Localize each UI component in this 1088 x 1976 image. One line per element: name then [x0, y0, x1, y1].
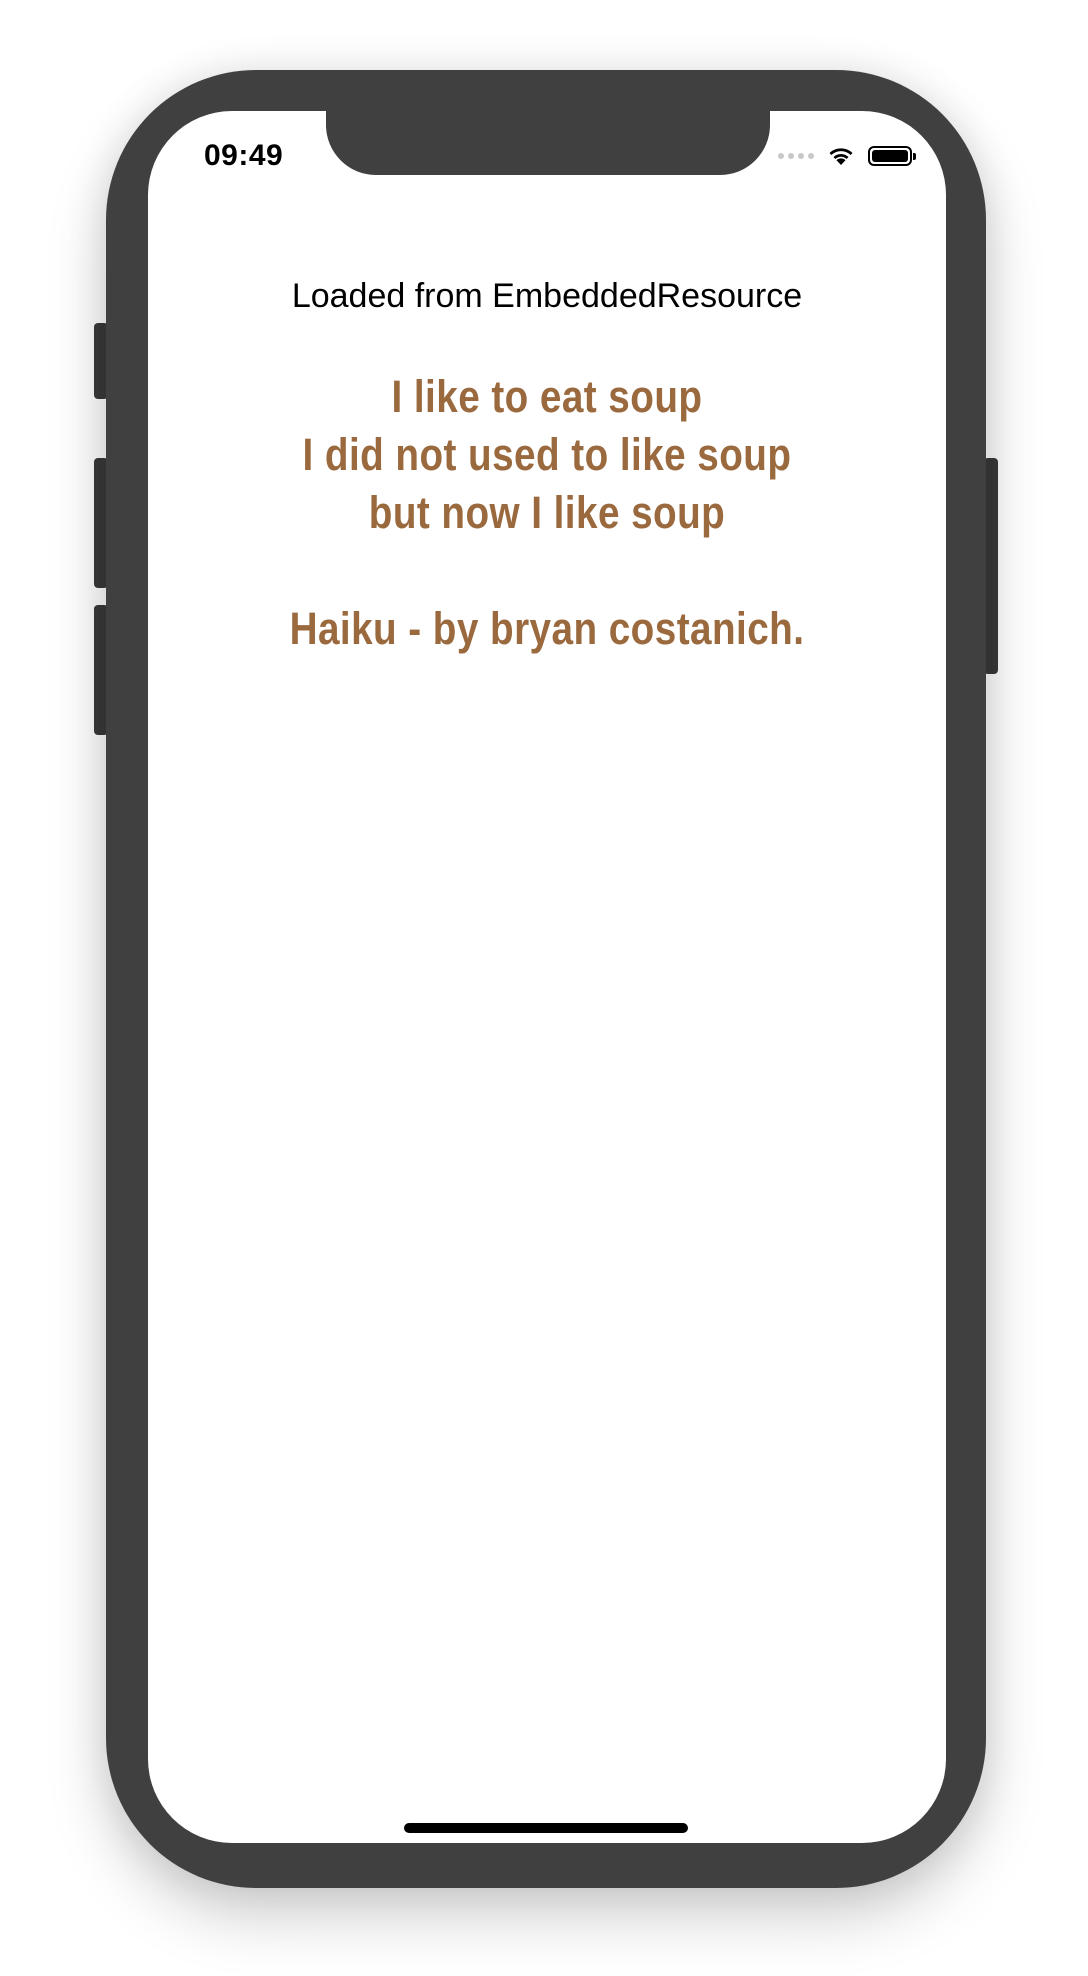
- wifi-icon: [829, 148, 853, 165]
- power-button: [984, 458, 998, 674]
- status-time: 09:49: [204, 139, 284, 172]
- page-content: Loaded from EmbeddedResource I like to e…: [148, 276, 946, 658]
- device-stage: 09:49 Loaded from EmbeddedResource I lik…: [0, 0, 1088, 1976]
- home-indicator[interactable]: [404, 1823, 688, 1833]
- phone-screen: 09:49 Loaded from EmbeddedResource I lik…: [148, 111, 946, 1843]
- haiku-line-3: but now I like soup: [368, 487, 726, 538]
- status-icons: [778, 145, 916, 167]
- haiku-line-2: I did not used to like soup: [302, 429, 792, 480]
- signal-dots-icon: [778, 153, 814, 159]
- haiku-line-1: I like to eat soup: [391, 371, 703, 422]
- page-subtitle: Loaded from EmbeddedResource: [291, 277, 803, 315]
- haiku-text: I like to eat soup I did not used to lik…: [148, 368, 946, 658]
- notch: [326, 111, 770, 175]
- battery-icon: [868, 146, 916, 166]
- haiku-attribution: Haiku - by bryan costanich.: [289, 603, 805, 654]
- haiku-spacer: [148, 542, 946, 600]
